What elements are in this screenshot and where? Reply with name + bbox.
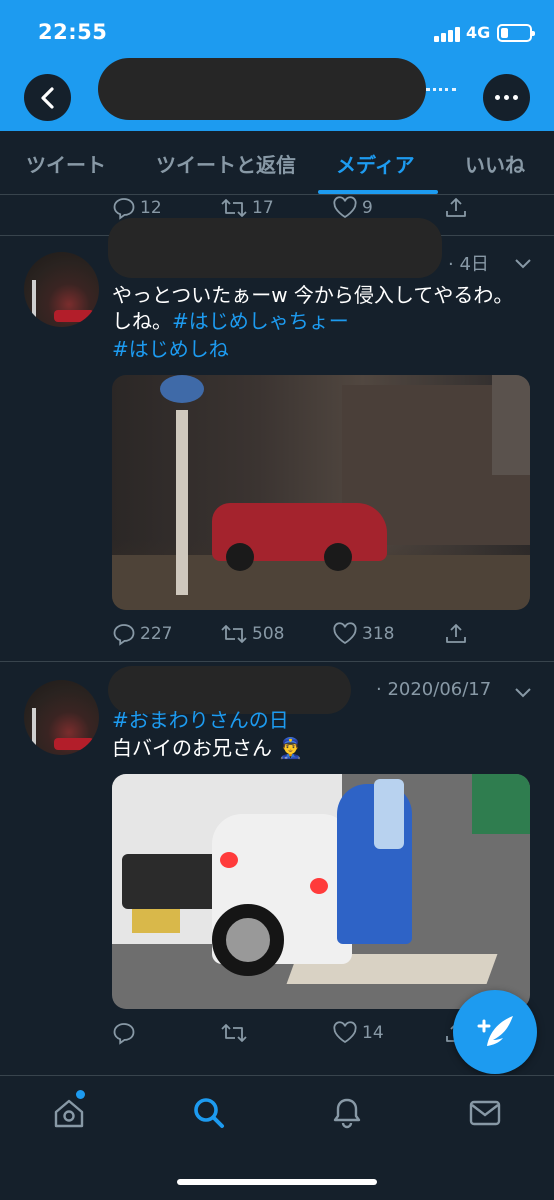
chevron-down-icon[interactable] <box>514 256 532 270</box>
reply-button[interactable]: 227 <box>112 622 172 646</box>
cellular-signal-icon <box>434 26 462 42</box>
tweet-media-image[interactable] <box>112 375 530 610</box>
tab-tweets[interactable]: ツイート <box>26 149 106 178</box>
avatar[interactable] <box>24 680 99 755</box>
retweet-count: 17 <box>252 198 274 218</box>
retweet-button[interactable]: 508 <box>220 622 284 646</box>
like-count: 9 <box>362 198 373 218</box>
redacted-user-name <box>108 218 442 278</box>
like-button[interactable]: 318 <box>332 622 394 646</box>
share-icon <box>446 624 466 643</box>
hashtag-link[interactable]: #はじめしね <box>112 334 229 365</box>
profile-tabs: ツイート ツイートと返信 メディア いいね <box>0 131 554 195</box>
heart-icon <box>333 196 357 219</box>
active-tab-indicator <box>318 190 438 194</box>
title-trailing-dots <box>426 88 456 91</box>
mail-icon[interactable] <box>468 1096 502 1130</box>
home-icon[interactable] <box>52 1096 86 1130</box>
retweet-button[interactable] <box>220 1021 252 1045</box>
tweet-media-image[interactable] <box>112 774 530 1009</box>
retweet-icon <box>221 199 247 217</box>
reply-button[interactable]: 12 <box>112 196 162 220</box>
tweet-timestamp: · 2020/06/17 <box>376 679 492 700</box>
retweet-icon <box>221 1024 247 1042</box>
avatar[interactable] <box>24 252 99 327</box>
reply-icon <box>113 624 135 646</box>
search-icon[interactable] <box>192 1096 226 1130</box>
retweet-icon <box>221 625 247 643</box>
app-header: 22:55 4G <box>0 0 554 131</box>
compose-tweet-icon <box>477 1016 513 1046</box>
reply-count: 12 <box>140 198 162 218</box>
tweet-text-line: 白バイのお兄さん 👮‍♂️ <box>112 736 304 760</box>
heart-icon <box>333 622 357 645</box>
hashtag-link[interactable]: #はじめしゃちょー <box>172 309 349 333</box>
share-icon <box>446 198 466 217</box>
tab-likes[interactable]: いいね <box>465 149 525 178</box>
tab-tweets-and-replies[interactable]: ツイートと返信 <box>156 149 296 178</box>
share-button[interactable] <box>444 196 468 220</box>
like-count: 14 <box>362 1023 384 1043</box>
battery-icon <box>497 24 535 42</box>
chevron-left-icon <box>40 86 54 109</box>
compose-tweet-button[interactable] <box>453 990 537 1074</box>
back-button[interactable] <box>24 74 71 121</box>
retweet-button[interactable]: 17 <box>220 196 274 220</box>
status-time: 22:55 <box>38 20 108 44</box>
tweet-divider <box>0 661 554 662</box>
chevron-down-icon[interactable] <box>514 685 532 699</box>
share-button[interactable] <box>444 622 468 646</box>
tweet-actions: 14 <box>112 1021 492 1047</box>
tweet-text-line: しね。#はじめしゃちょー <box>112 306 349 337</box>
reply-icon <box>113 198 135 220</box>
reply-count: 227 <box>140 624 173 644</box>
hashtag-link[interactable]: #おまわりさんの日 <box>112 705 289 736</box>
like-button[interactable]: 9 <box>332 196 373 220</box>
heart-icon <box>333 1021 357 1044</box>
home-indicator <box>177 1179 377 1185</box>
tweet-text-plain: しね。 <box>112 309 172 333</box>
more-options-button[interactable] <box>483 74 530 121</box>
like-button[interactable]: 14 <box>332 1021 384 1045</box>
reply-button[interactable] <box>112 1021 140 1045</box>
notification-dot <box>76 1090 85 1099</box>
more-horizontal-icon <box>495 95 500 100</box>
redacted-profile-name <box>98 58 426 120</box>
bell-icon[interactable] <box>330 1096 364 1130</box>
reply-icon <box>113 1023 135 1045</box>
like-count: 318 <box>362 624 395 644</box>
tab-media[interactable]: メディア <box>336 149 415 178</box>
network-type: 4G <box>466 23 491 42</box>
retweet-count: 508 <box>252 624 285 644</box>
tweet-timestamp: · 4日 <box>448 254 489 275</box>
tweet-actions: 227 508 318 <box>112 622 492 648</box>
